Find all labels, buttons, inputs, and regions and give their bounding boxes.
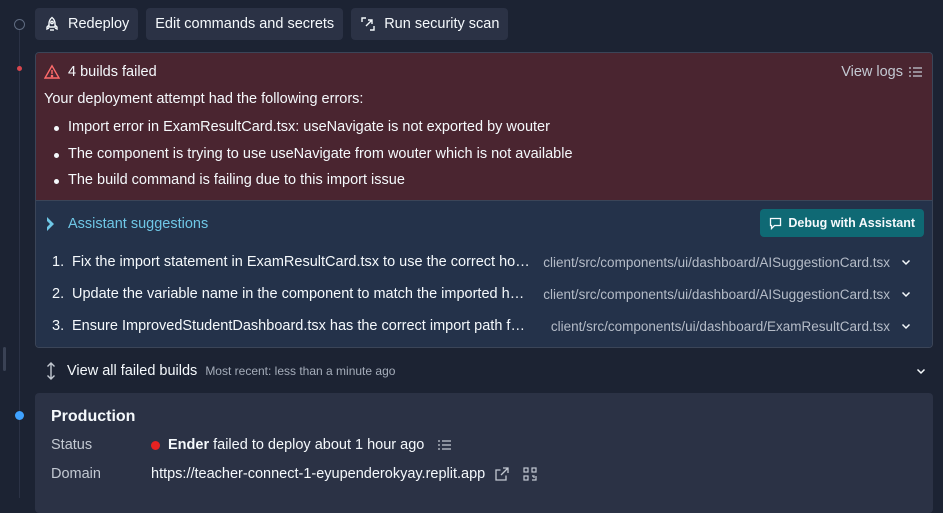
debug-button-label: Debug with Assistant bbox=[788, 216, 915, 230]
timeline-dot-production bbox=[15, 411, 24, 420]
suggestion-text: Fix the import statement in ExamResultCa… bbox=[72, 254, 532, 270]
suggestion-row[interactable]: 3. Ensure ImprovedStudentDashboard.tsx h… bbox=[52, 314, 912, 338]
deployment-toolbar: Redeploy Edit commands and secrets Run s… bbox=[35, 8, 509, 40]
build-errors-card: 4 builds failed View logs Your deploymen… bbox=[35, 52, 933, 348]
expand-vertical-icon bbox=[47, 362, 55, 380]
suggestion-file-path[interactable]: client/src/components/ui/dashboard/AISug… bbox=[543, 287, 890, 302]
suggestions-title: Assistant suggestions bbox=[68, 216, 209, 232]
list-icon bbox=[909, 67, 922, 77]
view-failed-builds-label: View all failed builds bbox=[67, 363, 198, 379]
security-scan-button[interactable]: Run security scan bbox=[351, 8, 509, 40]
edit-commands-label: Edit commands and secrets bbox=[155, 16, 335, 32]
most-recent-timestamp: Most recent: less than a minute ago bbox=[205, 364, 396, 378]
suggestion-number: 3. bbox=[52, 318, 65, 334]
edit-commands-button[interactable]: Edit commands and secrets bbox=[146, 8, 344, 40]
error-title: 4 builds failed bbox=[44, 64, 157, 80]
suggestion-number: 2. bbox=[52, 286, 65, 302]
error-item: Import error in ExamResultCard.tsx: useN… bbox=[44, 119, 573, 146]
suggestion-row[interactable]: 1. Fix the import statement in ExamResul… bbox=[52, 250, 912, 274]
error-item: The component is trying to use useNaviga… bbox=[44, 146, 573, 173]
suggestion-file-path[interactable]: client/src/components/ui/dashboard/AISug… bbox=[543, 255, 890, 270]
resize-handle[interactable] bbox=[3, 347, 6, 371]
view-logs-button[interactable]: View logs bbox=[841, 64, 922, 80]
view-logs-label: View logs bbox=[841, 64, 903, 80]
redeploy-label: Redeploy bbox=[68, 16, 130, 32]
redeploy-icon bbox=[46, 16, 58, 31]
redeploy-button[interactable]: Redeploy bbox=[35, 8, 139, 40]
status-text: failed to deploy about 1 hour ago bbox=[209, 437, 425, 453]
chat-icon bbox=[770, 217, 782, 230]
status-failed-indicator bbox=[151, 440, 160, 450]
suggestions-panel: Assistant suggestions Debug with Assista… bbox=[36, 200, 932, 347]
error-list: Import error in ExamResultCard.tsx: useN… bbox=[44, 119, 573, 199]
chevron-down-icon[interactable] bbox=[900, 288, 912, 300]
suggestion-file-path[interactable]: client/src/components/ui/dashboard/ExamR… bbox=[551, 319, 890, 334]
suggestions-header: Assistant suggestions bbox=[46, 216, 208, 232]
error-intro: Your deployment attempt had the followin… bbox=[44, 91, 364, 107]
qr-code-icon[interactable] bbox=[523, 467, 537, 481]
error-panel: 4 builds failed View logs Your deploymen… bbox=[36, 53, 932, 200]
domain-link[interactable]: https://teacher-connect-1-eyupenderokyay… bbox=[151, 466, 485, 482]
security-scan-label: Run security scan bbox=[384, 16, 500, 32]
debug-with-assistant-button[interactable]: Debug with Assistant bbox=[760, 209, 924, 237]
chevron-down-icon[interactable] bbox=[900, 320, 912, 332]
chevron-down-icon[interactable] bbox=[900, 256, 912, 268]
suggestion-number: 1. bbox=[52, 254, 65, 270]
timeline-line bbox=[19, 28, 20, 498]
error-title-text: 4 builds failed bbox=[68, 64, 157, 80]
suggestion-text: Update the variable name in the componen… bbox=[72, 286, 532, 302]
timeline-dot-failed bbox=[17, 66, 22, 71]
chevron-down-icon[interactable] bbox=[915, 365, 927, 377]
production-card: Production Status Ender failed to deploy… bbox=[35, 393, 933, 513]
scan-icon bbox=[361, 17, 375, 31]
production-title: Production bbox=[51, 408, 136, 425]
assistant-icon bbox=[47, 217, 54, 231]
view-failed-builds-row[interactable]: View all failed builds Most recent: less… bbox=[45, 359, 927, 383]
external-link-icon[interactable] bbox=[495, 467, 509, 481]
list-icon[interactable] bbox=[438, 439, 452, 451]
error-item: The build command is failing due to this… bbox=[44, 172, 573, 199]
warning-icon bbox=[44, 64, 60, 79]
domain-label: Domain bbox=[51, 466, 101, 482]
domain-row: Domain https://teacher-connect-1-eyupend… bbox=[51, 466, 537, 482]
timeline-dot-pending bbox=[14, 19, 25, 30]
suggestion-text: Ensure ImprovedStudentDashboard.tsx has … bbox=[72, 318, 532, 334]
status-label: Status bbox=[51, 437, 93, 453]
status-row: Status Ender failed to deploy about 1 ho… bbox=[51, 437, 452, 453]
status-user: Ender bbox=[168, 437, 210, 453]
suggestion-row[interactable]: 2. Update the variable name in the compo… bbox=[52, 282, 912, 306]
